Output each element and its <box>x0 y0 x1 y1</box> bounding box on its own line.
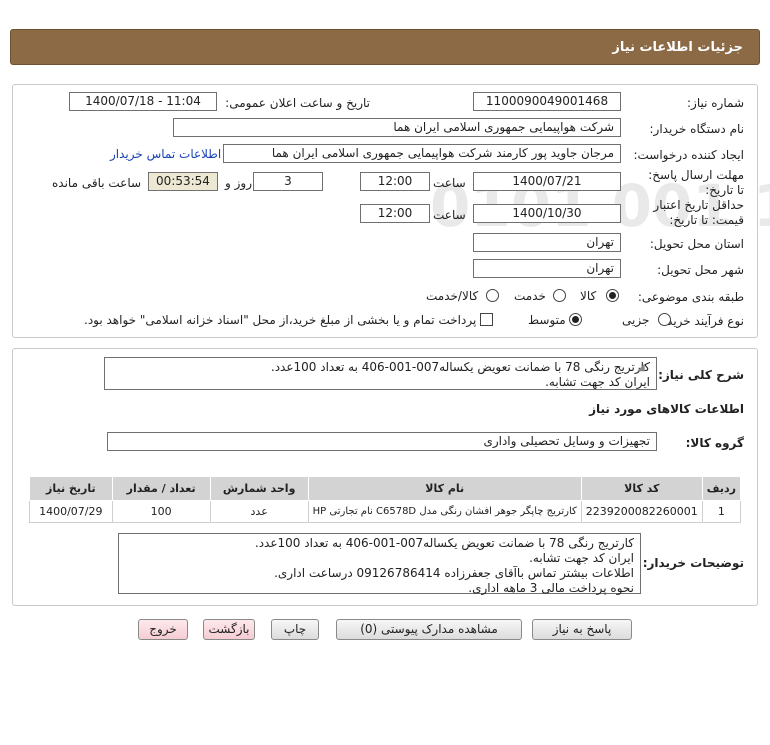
print-button[interactable]: چاپ <box>271 619 319 640</box>
cell-date: 1400/07/29 <box>29 500 113 523</box>
back-button[interactable]: بازگشت <box>203 619 255 640</box>
category-option-goods-service: کالا/خدمت <box>426 289 479 303</box>
description-box: کارتریج رنگی 78 با ضمانت تعویض یکساله007… <box>104 357 657 390</box>
exit-button[interactable]: خروج <box>138 619 188 640</box>
col-unit: واحد شمارش <box>209 476 309 501</box>
goods-section-title: اطلاعات کالاهای مورد نیاز <box>589 402 744 416</box>
page-header: جزئیات اطلاعات نیاز <box>10 29 760 65</box>
col-code: کد کالا <box>580 476 703 501</box>
remaining-label: ساعت باقی مانده <box>52 176 142 190</box>
validity-time-field: 12:00 <box>360 204 430 223</box>
description-line-1: کارتریج رنگی 78 با ضمانت تعویض یکساله007… <box>270 360 650 374</box>
cell-row: 1 <box>701 500 742 523</box>
validity-time-label: ساعت <box>433 208 466 222</box>
process-radio-minor[interactable] <box>658 313 671 326</box>
table-row: 1 2239200082260001 کارتریج چاپگر جوهر اف… <box>29 500 742 523</box>
buyer-contact-link[interactable]: اطلاعات تماس خریدار <box>110 147 221 161</box>
cell-code: 2239200082260001 <box>580 500 703 523</box>
announce-field: 1400/07/18 - 11:04 <box>69 92 217 111</box>
reply-deadline-label: مهلت ارسال پاسخ: تا تاریخ: <box>648 168 744 197</box>
validity-label: حداقل تاریخ اعتبار قیمت: تا تاریخ: <box>653 198 744 227</box>
goods-group-field: تجهیزات و وسایل تحصیلی واداری <box>107 432 657 451</box>
treasury-payment-checkbox[interactable] <box>480 313 493 326</box>
cell-name: کارتریج چاپگر جوهر افشان رنگی مدل C6578D… <box>307 500 582 523</box>
goods-table: ردیف کد کالا نام کالا واحد شمارش تعداد /… <box>29 476 742 523</box>
buyer-notes-line-4: نحوه پرداخت مالی 3 ماهه اداری. <box>468 581 634 595</box>
description-label: شرح کلی نیاز: <box>658 368 744 382</box>
col-name: نام کالا <box>307 476 582 501</box>
page-title: جزئیات اطلاعات نیاز <box>612 39 743 55</box>
requester-field: مرجان جاوید پور کارمند شرکت هواپیمایی جم… <box>223 144 621 163</box>
category-radio-goods[interactable] <box>606 289 619 302</box>
days-and-label: روز و <box>225 176 252 190</box>
resize-handle-icon[interactable]: ◢ <box>637 362 649 374</box>
cell-unit: عدد <box>209 500 309 523</box>
category-radio-service[interactable] <box>553 289 566 302</box>
buyer-notes-label: توضیحات خریدار: <box>642 556 744 570</box>
province-label: استان محل تحویل: <box>649 237 744 251</box>
buyer-org-label: نام دستگاه خریدار: <box>649 122 745 136</box>
process-option-minor: جزیی <box>622 313 650 327</box>
col-row: ردیف <box>701 476 742 501</box>
description-line-2: ایران کد جهت تشابه. <box>545 375 650 389</box>
col-qty: تعداد / مقدار <box>111 476 211 501</box>
category-radio-goods-service[interactable] <box>486 289 499 302</box>
days-field: 3 <box>253 172 323 191</box>
reply-time-field: 12:00 <box>360 172 430 191</box>
buyer-org-field: شرکت هواپیمایی جمهوری اسلامی ایران هما <box>173 118 621 137</box>
cell-qty: 100 <box>111 500 211 523</box>
category-option-service: خدمت <box>514 289 546 303</box>
reply-button[interactable]: پاسخ به نیاز <box>532 619 632 640</box>
table-header-row: ردیف کد کالا نام کالا واحد شمارش تعداد /… <box>29 476 742 501</box>
need-number-label: شماره نیاز: <box>687 96 744 110</box>
buyer-notes-line-1: کارتریج رنگی 78 با ضمانت تعویض یکساله007… <box>254 536 634 550</box>
validity-date-field: 1400/10/30 <box>473 204 621 223</box>
goods-group-label: گروه کالا: <box>685 436 744 450</box>
city-field: تهران <box>473 259 621 278</box>
process-option-medium: متوسط <box>528 313 566 327</box>
need-number-field: 1100090049001468 <box>473 92 621 111</box>
announce-label: تاریخ و ساعت اعلان عمومی: <box>225 96 370 110</box>
buyer-notes-line-3: اطلاعات بیشتر تماس باآقای جعفرزاده 09126… <box>274 566 634 580</box>
buyer-notes-box: کارتریج رنگی 78 با ضمانت تعویض یکساله007… <box>118 533 641 595</box>
province-field: تهران <box>473 233 621 252</box>
col-date: تاریخ نیاز <box>29 476 113 501</box>
reply-time-label: ساعت <box>433 176 466 190</box>
attachments-button[interactable]: مشاهده مدارک پیوستی (0) <box>336 619 522 640</box>
process-radio-medium[interactable] <box>569 313 582 326</box>
reply-date-field: 1400/07/21 <box>473 172 621 191</box>
requester-label: ایجاد کننده درخواست: <box>633 148 744 162</box>
process-label: نوع فرآیند خرید : <box>659 314 744 328</box>
remaining-time-field: 00:53:54 <box>148 172 218 191</box>
city-label: شهر محل تحویل: <box>657 263 744 277</box>
treasury-payment-note: پرداخت تمام و یا بخشی از مبلغ خرید،از مح… <box>84 313 477 327</box>
category-option-goods: کالا <box>580 289 597 303</box>
category-label: طبقه بندی موضوعی: <box>637 290 744 304</box>
buyer-notes-line-2: ایران کد جهت تشابه. <box>529 551 634 565</box>
